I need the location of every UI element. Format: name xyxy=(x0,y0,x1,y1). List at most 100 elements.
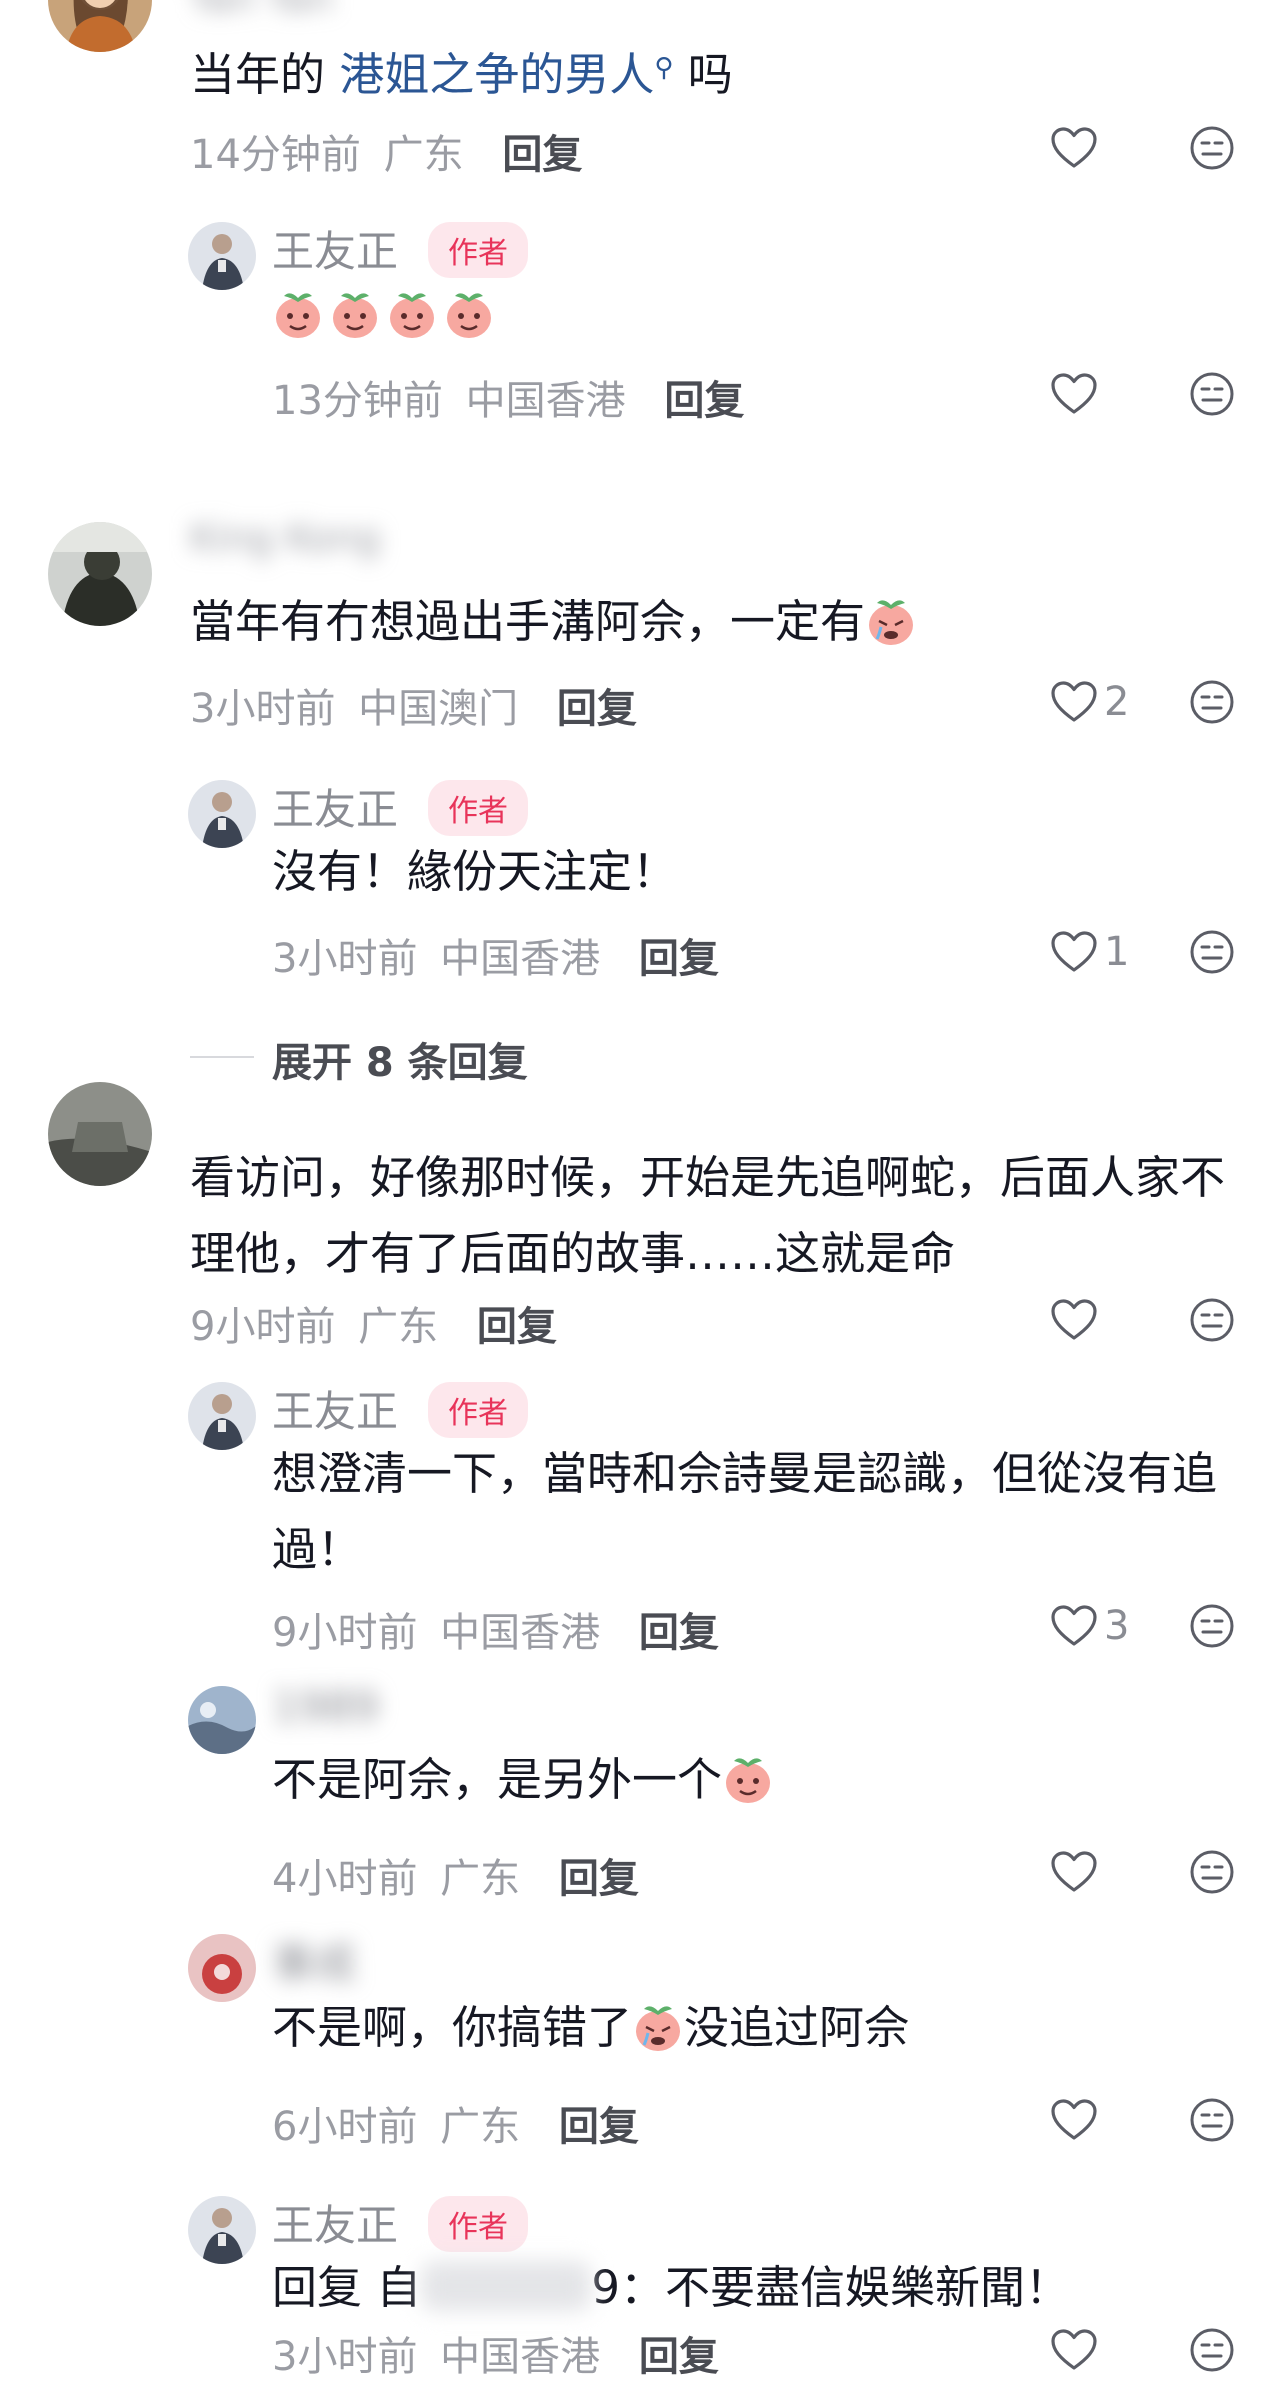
peach-emoji-icon xyxy=(726,1758,771,1803)
avatar[interactable] xyxy=(188,1686,256,1754)
reply-button[interactable]: 回复 xyxy=(664,378,744,424)
comment-time: 4小时前 xyxy=(272,1856,418,1902)
avatar[interactable] xyxy=(48,0,152,52)
comment-location: 中国香港 xyxy=(440,936,601,982)
peach-emoji-icon xyxy=(390,293,435,338)
like-count: 3 xyxy=(1104,1603,1130,1649)
like-count: 2 xyxy=(1104,679,1130,725)
reply-button[interactable]: 回复 xyxy=(639,1610,719,1656)
search-link[interactable]: 港姐之争的男人 xyxy=(339,48,654,101)
reply-button[interactable]: 回复 xyxy=(559,2104,639,2150)
comment-text: 沒有！緣份天注定！ xyxy=(272,845,678,898)
comment-text-prefix: 回复 自 xyxy=(272,2261,422,2314)
comment-meta: 9小时前 广东 回复 xyxy=(190,1294,557,1352)
like-button[interactable] xyxy=(1050,2092,1104,2148)
comment-text-part: 没追过阿佘 xyxy=(684,2001,910,2054)
author-badge: 作者 xyxy=(428,222,528,278)
blurred-username xyxy=(421,2261,592,2311)
reply-button[interactable]: 回复 xyxy=(502,132,582,178)
comment-text-body: 當年有冇想過出手溝阿佘，一定有 xyxy=(190,595,866,648)
comment-text: 不是阿佘，是另外一个 xyxy=(272,1742,1230,1818)
comment-location: 广东 xyxy=(440,1856,521,1902)
comment-meta: 14分钟前 广东 回复 xyxy=(190,122,582,180)
author-badge: 作者 xyxy=(428,2196,528,2252)
comment-text-suffix: 9：不要盡信娛樂新聞！ xyxy=(591,2261,1070,2314)
like-button[interactable] xyxy=(1050,2322,1104,2378)
comment-location: 中国香港 xyxy=(465,378,626,424)
comment-text: 想澄清一下，當時和佘詩曼是認識，但從沒有追過！ xyxy=(272,1447,1218,1576)
like-button[interactable] xyxy=(1050,120,1104,176)
like-button[interactable] xyxy=(1050,1292,1104,1348)
avatar[interactable] xyxy=(48,522,152,626)
comment-time: 3小时前 xyxy=(272,2334,418,2380)
comment-meta: 13分钟前 中国香港 回复 xyxy=(272,368,744,426)
neutral-face-icon[interactable] xyxy=(1188,2096,1236,2144)
heart-outline-icon[interactable] xyxy=(1050,2098,1098,2142)
username[interactable]: 王友正 xyxy=(272,776,398,837)
avatar[interactable] xyxy=(188,1934,256,2002)
like-button[interactable]: 1 xyxy=(1050,924,1129,980)
avatar[interactable] xyxy=(188,222,256,290)
username[interactable]: 事成 xyxy=(272,1930,356,1991)
username[interactable]: 王友正 xyxy=(272,218,398,279)
comment-text-suffix: 吗 xyxy=(687,48,733,101)
reply-button[interactable]: 回复 xyxy=(639,2334,719,2380)
comment-location: 广东 xyxy=(383,132,464,178)
reply-button[interactable]: 回复 xyxy=(559,1856,639,1902)
peach-emoji-icon xyxy=(333,293,378,338)
neutral-face-icon[interactable] xyxy=(1188,1848,1236,1896)
comment-meta: 3小时前 中国香港 回复 xyxy=(272,926,719,984)
reply-button[interactable]: 回复 xyxy=(557,686,637,732)
heart-outline-icon[interactable] xyxy=(1050,1604,1098,1648)
username[interactable]: King Kong xyxy=(190,516,380,560)
heart-outline-icon[interactable] xyxy=(1050,126,1098,170)
peach-emoji-icon xyxy=(636,2006,681,2051)
peach-emoji-icon xyxy=(276,293,320,338)
comment-emoji-row xyxy=(272,288,495,340)
peach-emoji-icon xyxy=(447,293,492,338)
author-badge: 作者 xyxy=(428,780,528,836)
neutral-face-icon[interactable] xyxy=(1188,678,1236,726)
username[interactable]: 王友正 xyxy=(272,1378,398,1439)
comment-location: 中国香港 xyxy=(440,1610,601,1656)
heart-outline-icon[interactable] xyxy=(1050,930,1098,974)
like-button[interactable] xyxy=(1050,1844,1104,1900)
avatar[interactable] xyxy=(188,1382,256,1450)
neutral-face-icon[interactable] xyxy=(1188,1602,1236,1650)
comment-text: 不是啊，你搞错了 没追过阿佘 xyxy=(272,1990,1230,2066)
neutral-face-icon[interactable] xyxy=(1188,370,1236,418)
reply-button[interactable]: 回复 xyxy=(477,1304,557,1350)
neutral-face-icon[interactable] xyxy=(1188,1296,1236,1344)
comment-text: 看访问，好像那时候，开始是先追啊蛇，后面人家不理他，才有了后面的故事……这就是命 xyxy=(190,1151,1226,1280)
comment-meta: 3小时前 中国香港 回复 xyxy=(272,2324,719,2382)
reply-button[interactable]: 回复 xyxy=(639,936,719,982)
username[interactable]: 王友正 xyxy=(272,2192,398,2253)
heart-outline-icon[interactable] xyxy=(1050,1850,1098,1894)
comment-location: 中国澳门 xyxy=(358,686,519,732)
heart-outline-icon[interactable] xyxy=(1050,2328,1098,2372)
heart-outline-icon[interactable] xyxy=(1050,372,1098,416)
like-button[interactable]: 3 xyxy=(1050,1598,1129,1654)
like-button[interactable]: 2 xyxy=(1050,674,1129,730)
avatar[interactable] xyxy=(48,1082,152,1186)
username[interactable]: Yan Yan xyxy=(190,0,333,20)
avatar[interactable] xyxy=(188,2196,256,2264)
comment-text-body: 不是阿佘，是另外一个 xyxy=(272,1753,723,1806)
avatar[interactable] xyxy=(188,780,256,848)
username[interactable]: 1989 xyxy=(272,1682,379,1731)
comment-location: 中国香港 xyxy=(440,2334,601,2380)
comment-text-prefix: 当年的 xyxy=(190,48,326,101)
search-icon[interactable]: ⚲ xyxy=(654,53,673,83)
like-button[interactable] xyxy=(1050,366,1104,422)
neutral-face-icon[interactable] xyxy=(1188,124,1236,172)
neutral-face-icon[interactable] xyxy=(1188,928,1236,976)
comment-meta: 6小时前 广东 回复 xyxy=(272,2094,639,2152)
comment-time: 14分钟前 xyxy=(190,132,361,178)
heart-outline-icon[interactable] xyxy=(1050,1298,1098,1342)
comment-time: 9小时前 xyxy=(272,1610,418,1656)
heart-outline-icon[interactable] xyxy=(1050,680,1098,724)
expand-replies-button[interactable]: 展开 8 条回复 xyxy=(272,1030,528,1088)
comment-location: 广东 xyxy=(440,2104,521,2150)
neutral-face-icon[interactable] xyxy=(1188,2326,1236,2374)
comment-meta: 4小时前 广东 回复 xyxy=(272,1846,639,1904)
